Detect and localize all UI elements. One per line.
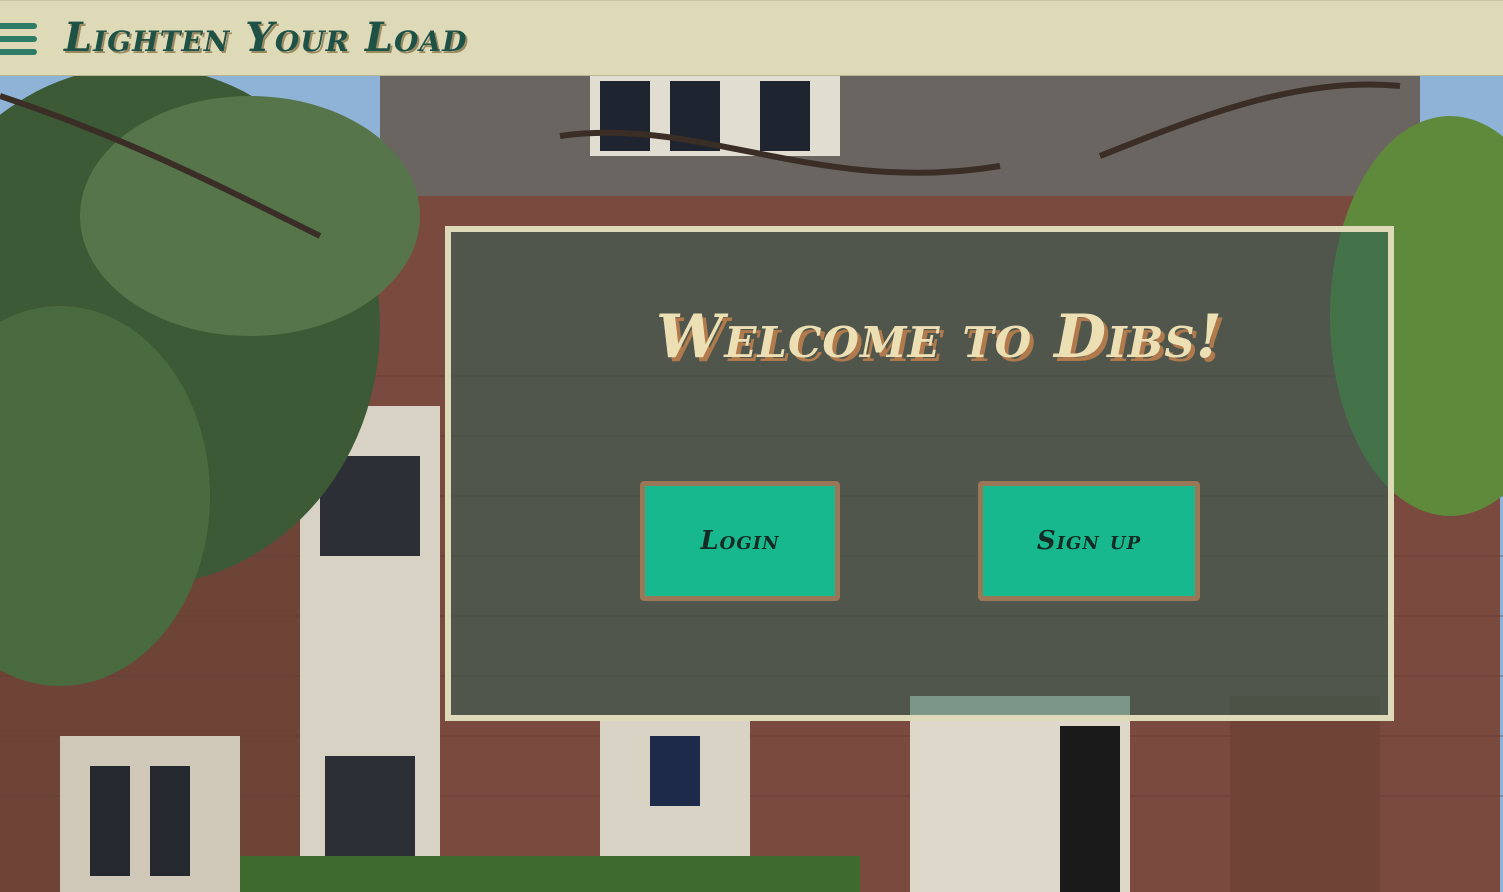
hamburger-bar bbox=[0, 23, 37, 29]
signup-button[interactable]: Sign up bbox=[978, 481, 1200, 601]
login-button[interactable]: Login bbox=[640, 481, 840, 601]
site-title[interactable]: Lighten Your Load bbox=[64, 14, 467, 62]
hamburger-bar bbox=[0, 36, 37, 42]
hamburger-bar bbox=[0, 49, 37, 55]
welcome-heading: Welcome to Dibs! bbox=[656, 302, 1223, 372]
top-navbar: Lighten Your Load bbox=[0, 0, 1503, 76]
welcome-panel: Welcome to Dibs! Login Sign up bbox=[445, 226, 1394, 721]
hamburger-menu-icon[interactable] bbox=[0, 21, 38, 57]
